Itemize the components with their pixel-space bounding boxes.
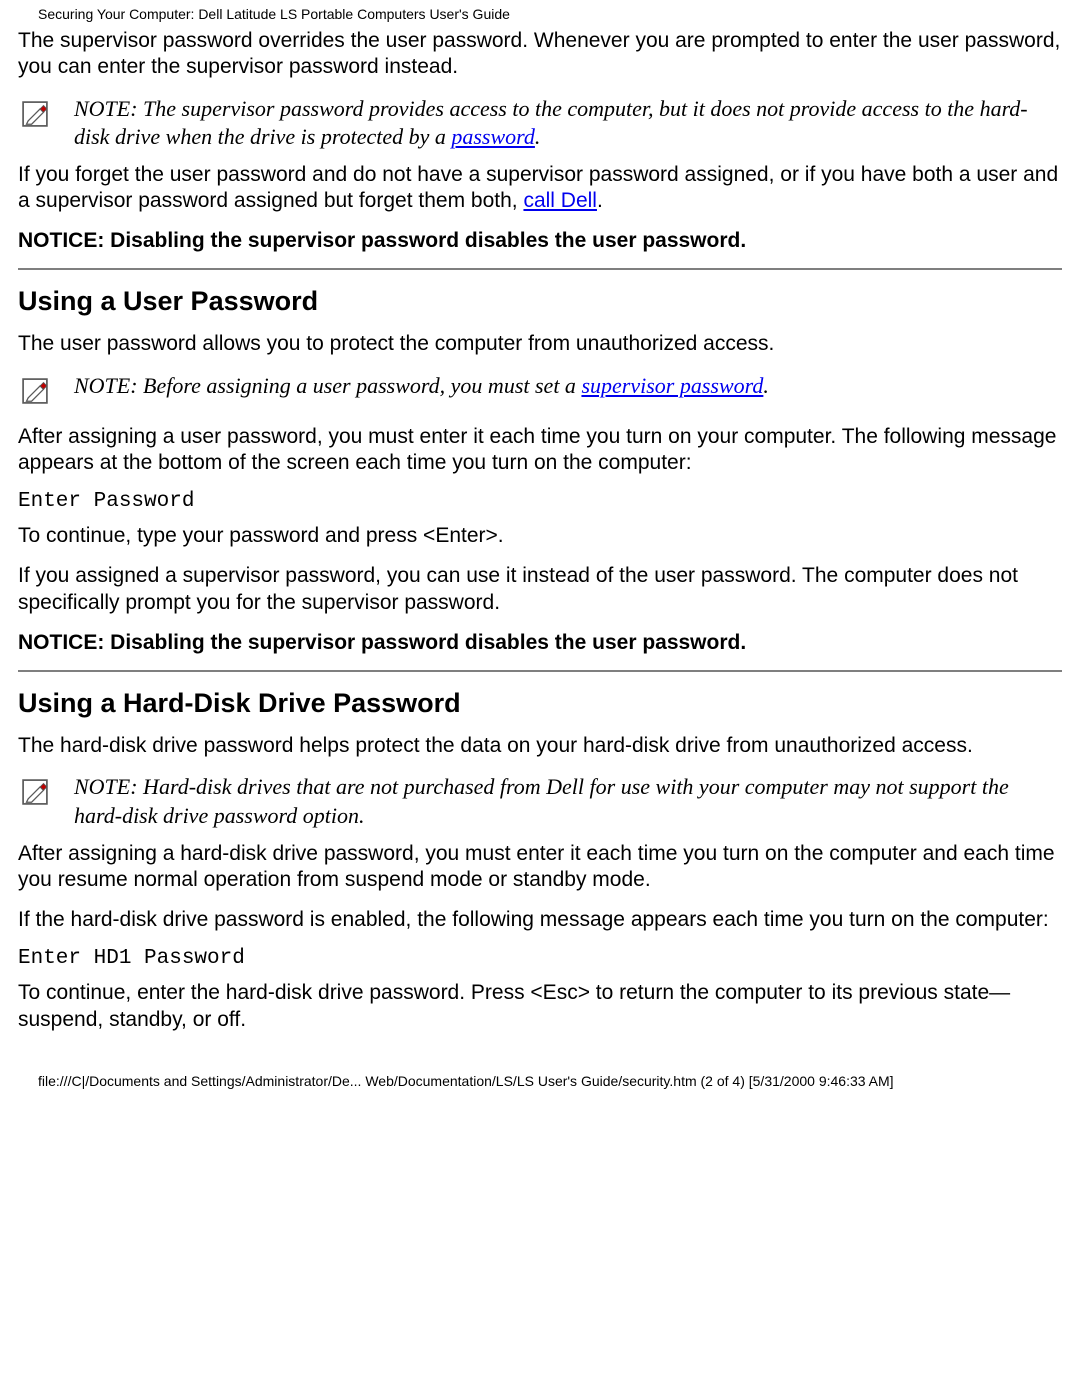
hdd-p2: After assigning a hard-disk drive passwo… (18, 841, 1062, 894)
heading-hdd-password: Using a Hard-Disk Drive Password (18, 688, 1062, 719)
divider (18, 268, 1062, 270)
user-p2: After assigning a user password, you mus… (18, 424, 1062, 477)
divider (18, 670, 1062, 672)
call-dell-link[interactable]: call Dell (523, 189, 597, 212)
note-prefix: NOTE: Before assigning a user password, … (74, 373, 581, 398)
note-prefix: NOTE: The supervisor password provides a… (74, 96, 1028, 150)
note-supervisor-access: NOTE: The supervisor password provides a… (18, 95, 1062, 152)
supervisor-password-link[interactable]: supervisor password (581, 373, 763, 398)
page-header-title: Securing Your Computer: Dell Latitude LS… (38, 6, 1062, 22)
page-footer-path: file:///C|/Documents and Settings/Admini… (38, 1073, 1062, 1089)
code-enter-hd1-password: Enter HD1 Password (18, 947, 1062, 970)
intro-paragraph: The supervisor password overrides the us… (18, 28, 1062, 81)
note-icon (18, 773, 74, 815)
note-hdd-support: NOTE: Hard-disk drives that are not purc… (18, 773, 1062, 830)
note-icon (18, 95, 74, 137)
note-text: NOTE: The supervisor password provides a… (74, 95, 1062, 152)
forgot-suffix: . (597, 189, 603, 212)
user-p4: If you assigned a supervisor password, y… (18, 563, 1062, 616)
notice-supervisor-disables-user: NOTICE: Disabling the supervisor passwor… (18, 228, 1062, 254)
note-suffix: . (535, 124, 541, 149)
hdd-p4: To continue, enter the hard-disk drive p… (18, 980, 1062, 1033)
code-enter-password: Enter Password (18, 490, 1062, 513)
note-suffix: . (763, 373, 769, 398)
user-p3: To continue, type your password and pres… (18, 523, 1062, 549)
notice-supervisor-disables-user-2: NOTICE: Disabling the supervisor passwor… (18, 630, 1062, 656)
note-text: NOTE: Hard-disk drives that are not purc… (74, 773, 1062, 830)
hdd-p3: If the hard-disk drive password is enabl… (18, 907, 1062, 933)
heading-user-password: Using a User Password (18, 286, 1062, 317)
forgot-paragraph: If you forget the user password and do n… (18, 162, 1062, 215)
password-link[interactable]: password (451, 124, 535, 149)
hdd-p1: The hard-disk drive password helps prote… (18, 733, 1062, 759)
note-text: NOTE: Before assigning a user password, … (74, 372, 769, 401)
user-p1: The user password allows you to protect … (18, 331, 1062, 357)
note-set-supervisor-first: NOTE: Before assigning a user password, … (18, 372, 1062, 414)
note-icon (18, 372, 74, 414)
